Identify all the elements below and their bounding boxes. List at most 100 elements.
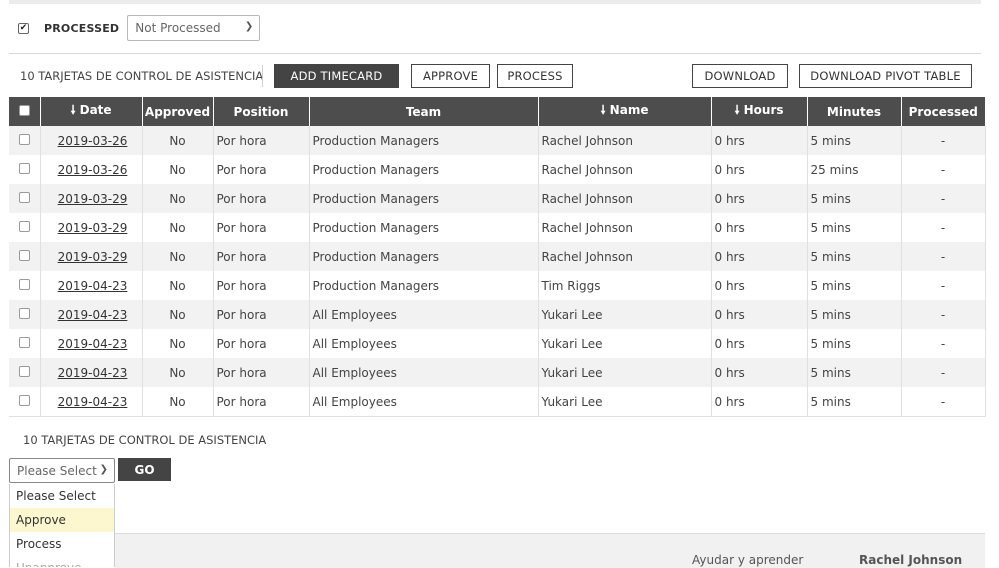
processed-label: PROCESSED [44, 21, 120, 35]
cell-minutes: 5 mins [807, 242, 902, 271]
cell-position: Por hora [213, 300, 310, 329]
cell-approved: No [142, 184, 214, 213]
date-link[interactable]: 2019-04-23 [58, 337, 128, 351]
arrow-down-icon: 🠗 [600, 103, 606, 117]
column-header-position[interactable]: Position [213, 97, 310, 126]
cell-name: Rachel Johnson [538, 213, 712, 242]
cell-position: Por hora [213, 184, 310, 213]
bottom-count-label: 10 TARJETAS DE CONTROL DE ASISTENCIA [23, 433, 267, 447]
cell-hours: 0 hrs [711, 300, 808, 329]
cell-processed: - [901, 155, 986, 184]
cell-minutes: 5 mins [807, 387, 902, 417]
approve-button[interactable]: APPROVE [411, 64, 490, 88]
date-link[interactable]: 2019-03-26 [58, 134, 128, 148]
cell-minutes: 5 mins [807, 126, 902, 155]
date-link[interactable]: 2019-04-23 [58, 366, 128, 380]
cell-name: Yukari Lee [538, 358, 712, 387]
timecard-table: 🠗 Date Approved Position Team 🠗 Name 🠗 Hour… [9, 97, 986, 417]
cell-approved: No [142, 126, 214, 155]
dropdown-option[interactable]: Please Select [10, 484, 114, 508]
table-row: 2019-03-29 No Por hora Production Managers R… [9, 242, 986, 271]
cell-name: Rachel Johnson [538, 184, 712, 213]
cell-name: Rachel Johnson [538, 155, 712, 184]
date-header-label: Date [79, 103, 112, 117]
cell-team: Production Managers [309, 184, 539, 213]
date-link[interactable]: 2019-04-23 [58, 279, 128, 293]
row-checkbox[interactable] [18, 365, 30, 377]
cell-hours: 0 hrs [711, 184, 808, 213]
user-name[interactable]: Rachel Johnson [859, 553, 962, 567]
column-header-team[interactable]: Team [309, 97, 539, 126]
dropdown-option[interactable]: Approve [10, 508, 114, 532]
bulk-action-dropdown: Please Select Approve Process Unapprove [9, 484, 115, 567]
cell-minutes: 25 mins [807, 155, 902, 184]
cell-date: 2019-03-26 [40, 126, 143, 155]
cell-processed: - [901, 387, 986, 417]
row-checkbox[interactable] [18, 162, 30, 174]
table-row: 2019-03-29 No Por hora Production Managers R… [9, 213, 986, 242]
cell-hours: 0 hrs [711, 155, 808, 184]
arrow-down-icon: 🠗 [70, 103, 76, 117]
cell-date: 2019-04-23 [40, 300, 143, 329]
chevron-down-icon: ❯ [244, 21, 254, 32]
row-select-cell [9, 242, 41, 271]
column-header-approved[interactable]: Approved [142, 97, 214, 126]
select-all-checkbox[interactable] [18, 104, 30, 116]
date-link[interactable]: 2019-03-29 [58, 250, 128, 264]
cell-name: Yukari Lee [538, 300, 712, 329]
cell-name: Yukari Lee [538, 387, 712, 417]
table-row: 2019-04-23 No Por hora All Employees Yukari … [9, 300, 986, 329]
download-pivot-table-button[interactable]: DOWNLOAD PIVOT TABLE [799, 64, 972, 88]
cell-minutes: 5 mins [807, 271, 902, 300]
cell-minutes: 5 mins [807, 300, 902, 329]
row-checkbox[interactable] [18, 336, 30, 348]
date-link[interactable]: 2019-04-23 [58, 308, 128, 322]
cell-date: 2019-03-26 [40, 155, 143, 184]
processed-checkbox[interactable]: ✔ [18, 22, 29, 34]
row-checkbox[interactable] [18, 249, 30, 261]
row-select-cell [9, 358, 41, 387]
dropdown-option[interactable]: Unapprove [10, 556, 114, 567]
cell-processed: - [901, 271, 986, 300]
row-checkbox[interactable] [18, 394, 30, 406]
cell-approved: No [142, 155, 214, 184]
row-checkbox[interactable] [18, 220, 30, 232]
hours-header-label: Hours [743, 103, 784, 117]
help-link[interactable]: Ayudar y aprender [692, 553, 803, 567]
cell-team: Production Managers [309, 271, 539, 300]
filter-row: ✔ PROCESSED Not Processed ❯ [18, 14, 261, 42]
row-checkbox[interactable] [18, 191, 30, 203]
cell-position: Por hora [213, 329, 310, 358]
divider [9, 53, 981, 54]
processed-status-select[interactable]: Not Processed ❯ [127, 15, 261, 41]
cell-hours: 0 hrs [711, 242, 808, 271]
toolbar: 10 TARJETAS DE CONTROL DE ASISTENCIA ADD… [0, 64, 999, 88]
cell-team: All Employees [309, 329, 539, 358]
dropdown-option[interactable]: Process [10, 532, 114, 556]
cell-name: Yukari Lee [538, 329, 712, 358]
column-header-date[interactable]: 🠗 Date [40, 97, 143, 126]
column-header-name[interactable]: 🠗 Name [538, 97, 712, 126]
cell-processed: - [901, 126, 986, 155]
bulk-action-select[interactable]: Please Select ❯ [9, 458, 115, 483]
row-checkbox[interactable] [18, 307, 30, 319]
date-link[interactable]: 2019-03-26 [58, 163, 128, 177]
date-link[interactable]: 2019-03-29 [58, 192, 128, 206]
cell-processed: - [901, 242, 986, 271]
cell-team: All Employees [309, 358, 539, 387]
column-header-hours[interactable]: 🠗 Hours [711, 97, 808, 126]
process-button[interactable]: PROCESS [497, 64, 573, 88]
row-checkbox[interactable] [18, 278, 30, 290]
arrow-down-icon: 🠗 [734, 103, 740, 117]
date-link[interactable]: 2019-03-29 [58, 221, 128, 235]
row-checkbox[interactable] [18, 133, 30, 145]
column-header-processed[interactable]: Processed [901, 97, 985, 126]
go-button[interactable]: GO [118, 458, 171, 481]
column-header-minutes[interactable]: Minutes [807, 97, 902, 126]
add-timecard-button[interactable]: ADD TIMECARD [274, 64, 399, 88]
date-link[interactable]: 2019-04-23 [58, 395, 128, 409]
download-button[interactable]: DOWNLOAD [692, 64, 788, 88]
cell-processed: - [901, 300, 986, 329]
cell-date: 2019-04-23 [40, 271, 143, 300]
select-all-header [9, 97, 41, 126]
